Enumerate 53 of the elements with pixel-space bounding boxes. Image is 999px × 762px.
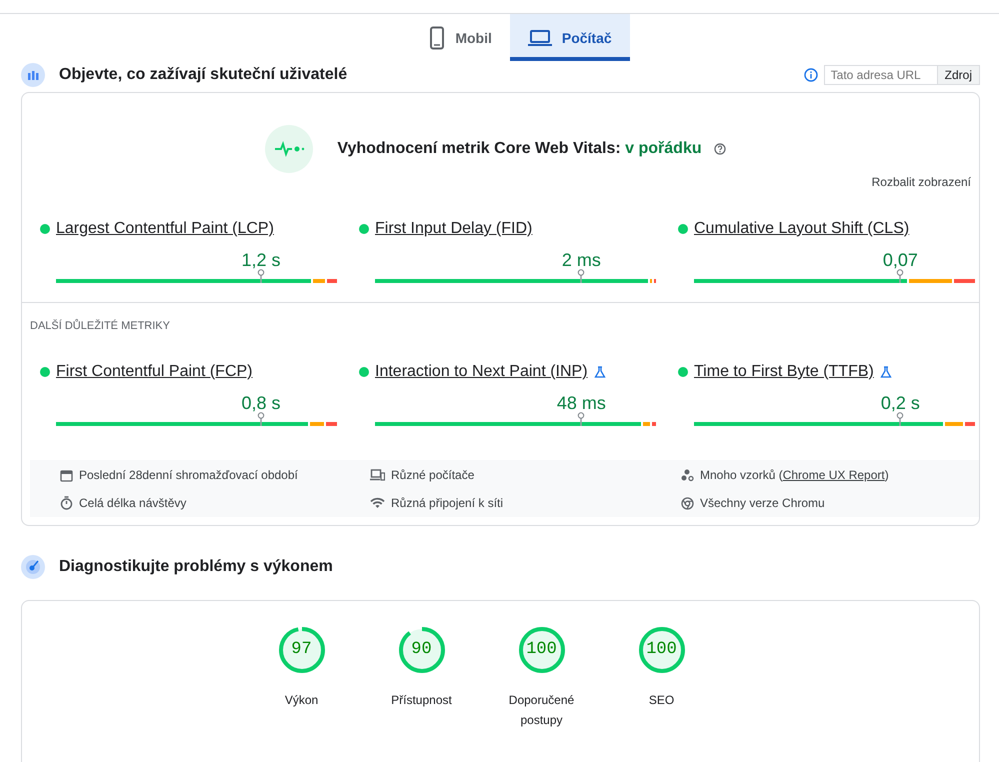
phone-icon — [429, 26, 446, 50]
report-link[interactable]: Chrome UX Report — [782, 468, 885, 482]
score-gauge — [518, 627, 564, 673]
score-label: SEO — [648, 692, 676, 709]
score-gauge — [278, 627, 324, 673]
url-field[interactable]: Tato adresa URL — [824, 65, 938, 85]
score-gauge — [638, 627, 684, 673]
score-value: 90 — [411, 640, 432, 659]
metric-link[interactable]: Largest Contentful Paint (LCP) — [56, 220, 274, 238]
samples-icon — [681, 468, 694, 482]
metric-value: 1,2 s — [241, 250, 280, 271]
info-text: Různé počítače — [391, 468, 474, 482]
score-value: 100 — [526, 640, 557, 659]
expand-link[interactable]: Rozbalit zobrazení — [872, 175, 971, 189]
device-tab[interactable]: Počítač — [510, 14, 630, 61]
score-label: Výkon — [284, 692, 320, 709]
metric-value: 2 ms — [562, 250, 601, 271]
source-button[interactable]: Zdroj — [938, 65, 980, 85]
metric-link[interactable]: First Input Delay (FID) — [375, 220, 532, 238]
metric-link[interactable]: First Contentful Paint (FCP) — [56, 363, 252, 381]
devices-icon — [370, 469, 385, 481]
metric-value: 0,07 — [882, 250, 918, 271]
help-icon — [714, 143, 726, 155]
stopwatch-icon — [60, 496, 73, 510]
info-text: Celá délka návštěvy — [79, 496, 186, 510]
metric-link[interactable]: Interaction to Next Paint (INP) — [375, 363, 588, 381]
calendar-icon — [60, 468, 73, 482]
chrome-icon — [681, 496, 694, 510]
info-text: Poslední 28denní shromažďovací období — [79, 468, 298, 482]
score-label: Doporučené postupy — [508, 692, 576, 729]
metric-link[interactable]: Cumulative Layout Shift (CLS) — [694, 220, 910, 238]
metric-value: 48 ms — [556, 393, 606, 414]
section-title: Objevte, co zažívají skuteční uživatelé — [59, 66, 348, 84]
radar-icon — [21, 555, 45, 579]
metric-value: 0,2 s — [880, 393, 920, 414]
assessment-text: Vyhodnocení metrik Core Web Vitals: v pořádku — [337, 140, 702, 158]
users-icon — [21, 63, 45, 87]
score-gauge — [398, 627, 444, 673]
score-value: 100 — [646, 640, 677, 659]
device-tab[interactable]: Mobil — [411, 14, 510, 61]
laptop-icon — [528, 28, 552, 46]
info-text: Všechny verze Chromu — [700, 496, 825, 510]
score-label: Přístupnost — [390, 692, 453, 709]
section-title: Diagnostikujte problémy s výkonem — [59, 558, 333, 576]
vitals-icon — [265, 125, 314, 173]
metric-link[interactable]: Time to First Byte (TTFB) — [694, 363, 874, 381]
section-label: DALŠÍ DŮLEŽITÉ METRIKY — [30, 320, 171, 332]
info-icon — [804, 68, 818, 82]
info-text: Různá připojení k síti — [391, 496, 504, 510]
info-text: Mnoho vzorků (Chrome UX Report) — [700, 468, 889, 482]
score-value: 97 — [291, 640, 312, 659]
metric-value: 0,8 s — [241, 393, 280, 414]
wifi-icon — [370, 497, 385, 509]
